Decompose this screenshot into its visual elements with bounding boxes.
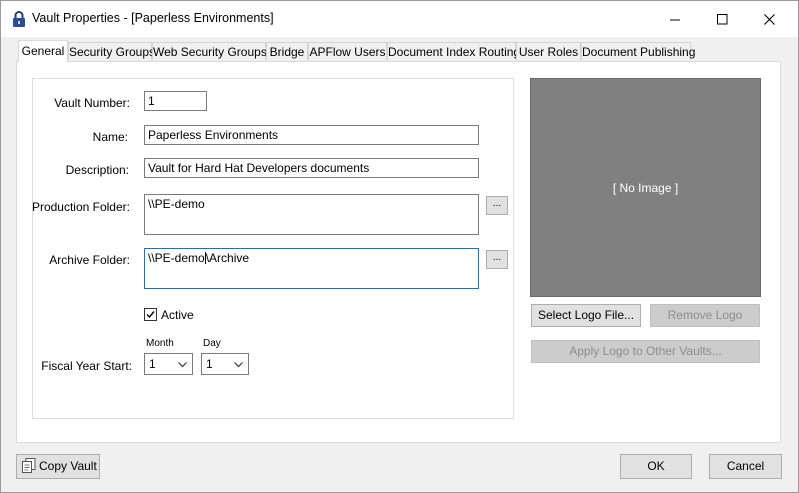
close-icon: [763, 13, 775, 25]
copy-vault-button[interactable]: Copy Vault: [16, 454, 100, 479]
chevron-down-icon: [234, 362, 243, 368]
minimize-icon: [669, 19, 680, 20]
month-select[interactable]: 1: [144, 353, 193, 375]
month-label: Month: [146, 338, 174, 349]
checkmark-icon: [146, 311, 155, 319]
copy-vault-label: Copy Vault: [39, 459, 97, 473]
day-select[interactable]: 1: [201, 353, 249, 375]
tab-document-index-routing[interactable]: Document Index Routing: [387, 42, 520, 60]
archive-folder-label: Archive Folder:: [49, 253, 130, 267]
production-folder-field[interactable]: \\PE-demo: [144, 194, 479, 235]
description-label: Description:: [65, 163, 129, 177]
maximize-icon: [716, 13, 727, 24]
window-title: Vault Properties - [Paperless Environmen…: [32, 11, 274, 25]
close-button[interactable]: [746, 1, 792, 37]
production-folder-label: Production Folder:: [31, 200, 130, 214]
active-label: Active: [161, 308, 194, 322]
month-select-value: 1: [149, 357, 156, 371]
fiscal-year-start-label: Fiscal Year Start:: [41, 359, 132, 373]
archive-folder-text-after: \Archive: [205, 251, 250, 265]
tab-user-roles[interactable]: User Roles: [516, 42, 581, 60]
no-image-text: [ No Image ]: [612, 180, 679, 195]
vault-number-field[interactable]: 1: [144, 91, 207, 111]
archive-folder-field[interactable]: \\PE-demo\Archive: [144, 248, 479, 289]
logo-preview: [ No Image ]: [530, 78, 761, 297]
description-field[interactable]: Vault for Hard Hat Developers documents: [144, 158, 479, 178]
vault-number-label: Vault Number:: [54, 96, 130, 110]
ok-button[interactable]: OK: [620, 454, 692, 479]
day-label: Day: [203, 338, 221, 349]
maximize-button[interactable]: [699, 1, 745, 37]
name-field[interactable]: Paperless Environments: [144, 125, 479, 145]
tab-bridge[interactable]: Bridge: [266, 42, 308, 60]
select-logo-file-button[interactable]: Select Logo File...: [531, 304, 641, 327]
lock-icon: [12, 10, 26, 28]
remove-logo-button[interactable]: Remove Logo: [650, 304, 760, 327]
copy-document-icon: [22, 458, 36, 473]
apply-logo-to-other-vaults-button[interactable]: Apply Logo to Other Vaults...: [531, 340, 760, 363]
archive-folder-browse-button[interactable]: ...: [486, 250, 508, 269]
tab-apflow-users[interactable]: APFlow Users: [308, 42, 387, 60]
name-label: Name:: [92, 130, 128, 144]
active-checkbox[interactable]: [144, 308, 157, 321]
tab-general[interactable]: General: [18, 40, 68, 62]
minimize-button[interactable]: [652, 1, 698, 37]
production-folder-browse-button[interactable]: ...: [486, 196, 508, 215]
day-select-value: 1: [206, 357, 213, 371]
archive-folder-text-before: \\PE-demo: [148, 251, 205, 265]
tab-security-groups[interactable]: Security Groups: [68, 42, 155, 60]
vault-properties-window: Vault Properties - [Paperless Environmen…: [0, 0, 799, 493]
tab-document-publishing[interactable]: Document Publishing: [581, 42, 695, 60]
tab-web-security-groups[interactable]: Web Security Groups: [152, 42, 267, 60]
title-bar: Vault Properties - [Paperless Environmen…: [1, 1, 798, 37]
chevron-down-icon: [178, 362, 187, 368]
cancel-button[interactable]: Cancel: [709, 454, 782, 479]
